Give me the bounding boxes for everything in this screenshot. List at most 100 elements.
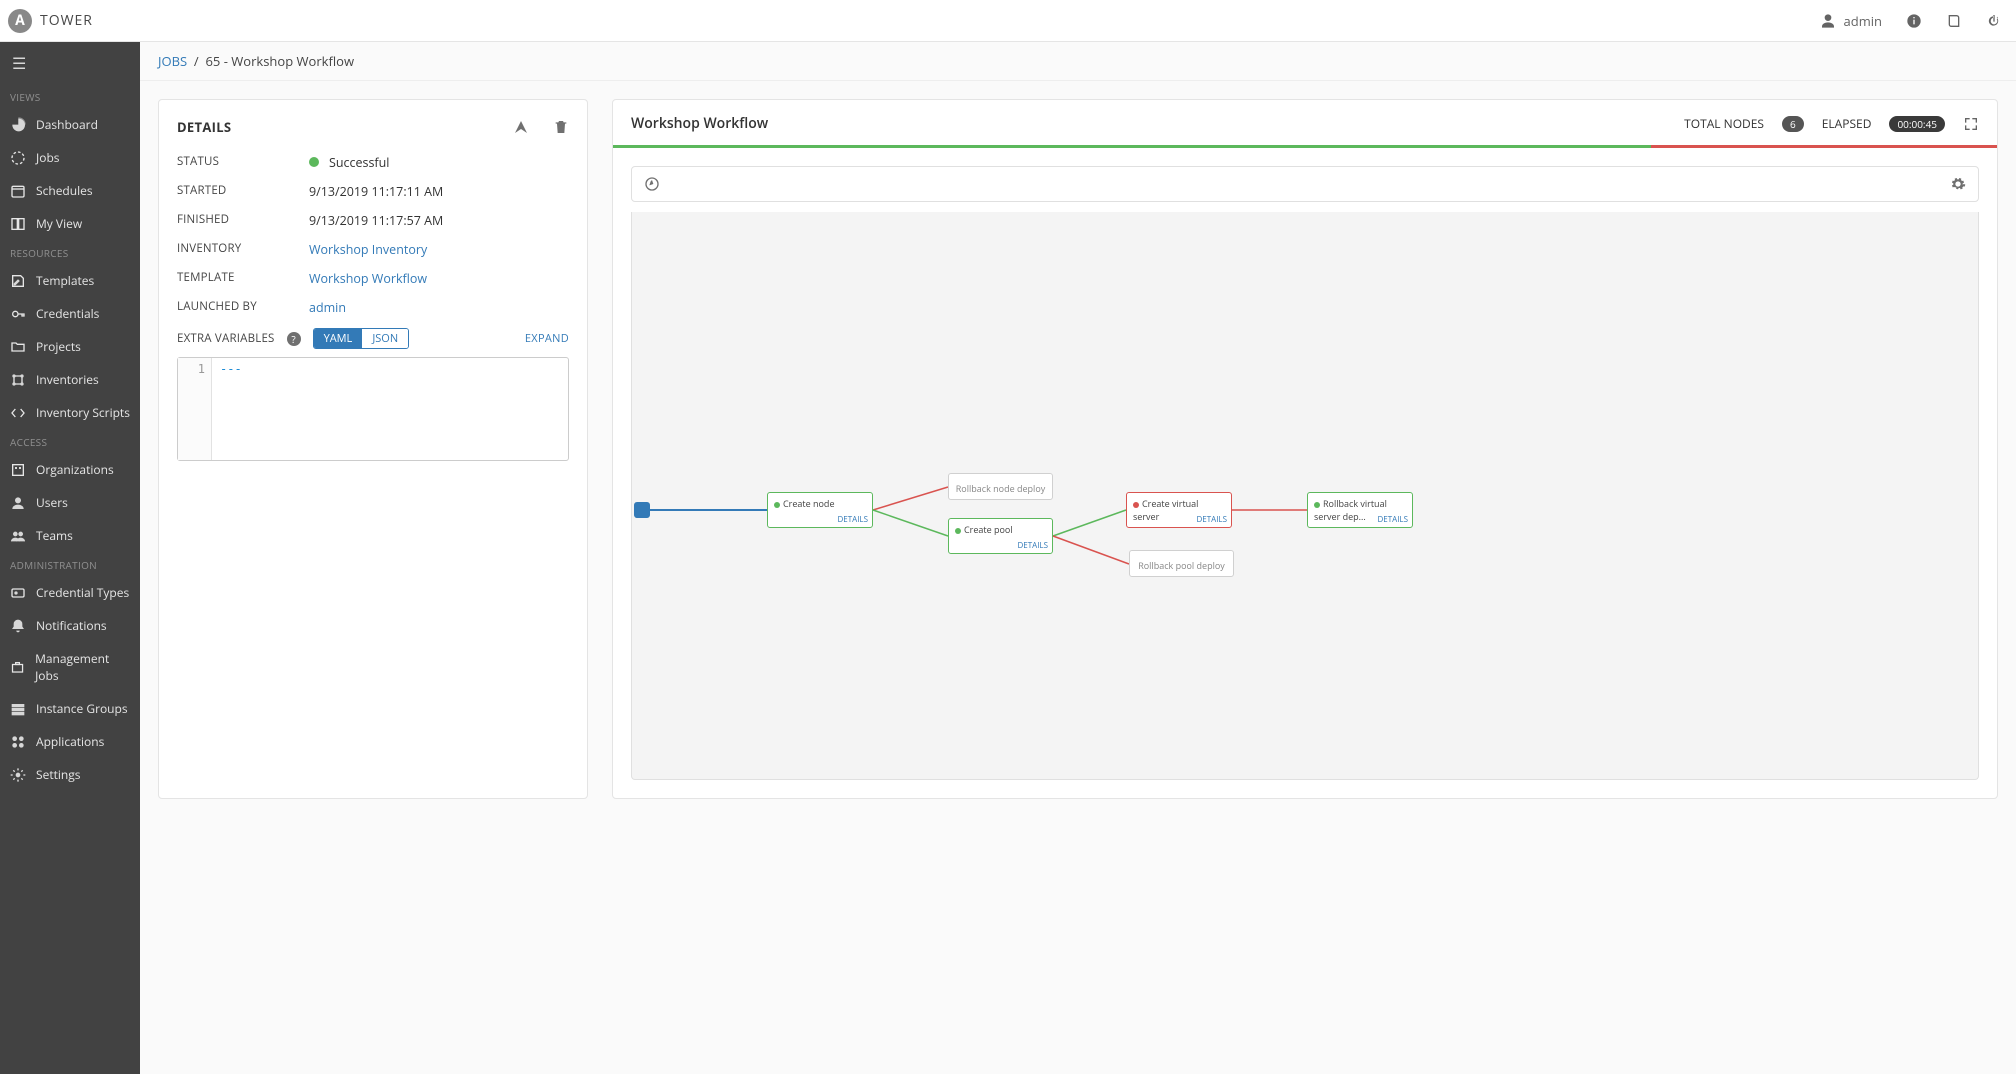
breadcrumb-root[interactable]: JOBS: [158, 52, 187, 70]
sidebar-item-label: Management Jobs: [35, 650, 130, 684]
sidebar-item-label: Inventories: [36, 371, 99, 388]
power-icon[interactable]: [1986, 13, 2002, 29]
workflow-node-create-pool[interactable]: Create pool DETAILS: [948, 518, 1053, 554]
elapsed-badge: 00:00:45: [1889, 116, 1945, 132]
workflow-canvas[interactable]: Create nodeDETAILSRollback node deployCr…: [631, 212, 1979, 780]
workflow-node-rollback-node[interactable]: Rollback node deploy: [948, 473, 1053, 500]
sidebar-item-teams[interactable]: Teams: [0, 519, 140, 552]
status-label: STATUS: [177, 154, 309, 171]
gear-icon[interactable]: [1950, 176, 1966, 192]
compass-icon[interactable]: [644, 176, 660, 192]
launchedby-link[interactable]: admin: [309, 299, 346, 316]
sidebar-item-label: My View: [36, 215, 82, 232]
breadcrumb-sep: /: [194, 52, 199, 70]
sidebar-item-dashboard[interactable]: Dashboard: [0, 108, 140, 141]
node-details-link[interactable]: DETAILS: [1196, 514, 1227, 525]
inventory-scripts-icon: [10, 405, 26, 421]
json-toggle[interactable]: JSON: [362, 329, 408, 348]
extra-vars-editor[interactable]: 1 ---: [177, 357, 569, 461]
workflow-node-rollback-pool[interactable]: Rollback pool deploy: [1129, 550, 1234, 577]
sidebar-item-instance-groups[interactable]: Instance Groups: [0, 692, 140, 725]
credentials-icon: [10, 306, 26, 322]
teams-icon: [10, 528, 26, 544]
inventory-link[interactable]: Workshop Inventory: [309, 241, 427, 258]
sidebar-item-applications[interactable]: Applications: [0, 725, 140, 758]
workflow-toolbar: [631, 166, 1979, 202]
vars-format-toggle[interactable]: YAML JSON: [313, 328, 410, 349]
sidebar-item-label: Users: [36, 494, 68, 511]
status-dot-icon: [309, 157, 319, 167]
breadcrumb: JOBS / 65 - Workshop Workflow: [140, 42, 2016, 81]
content: JOBS / 65 - Workshop Workflow DETAILS ST…: [140, 42, 2016, 1074]
user-menu[interactable]: admin: [1820, 12, 1882, 30]
sidebar-item-inventory-scripts[interactable]: Inventory Scripts: [0, 396, 140, 429]
node-details-link[interactable]: DETAILS: [1017, 540, 1048, 551]
finished-label: FINISHED: [177, 212, 309, 229]
sidebar-item-templates[interactable]: Templates: [0, 264, 140, 297]
brand-name: TOWER: [40, 11, 93, 30]
settings-icon: [10, 767, 26, 783]
extravars-label: EXTRA VARIABLES: [177, 331, 275, 346]
sidebar-item-jobs[interactable]: Jobs: [0, 141, 140, 174]
node-details-link[interactable]: DETAILS: [1377, 514, 1408, 525]
node-label: Create pool: [964, 523, 1013, 536]
sidebar-item-users[interactable]: Users: [0, 486, 140, 519]
delete-icon[interactable]: [553, 119, 569, 135]
sidebar-item-myview[interactable]: My View: [0, 207, 140, 240]
notifications-icon: [10, 618, 26, 634]
credential-types-icon: [10, 585, 26, 601]
started-label: STARTED: [177, 183, 309, 200]
started-value: 9/13/2019 11:17:11 AM: [309, 183, 569, 200]
schedules-icon: [10, 183, 26, 199]
sidebar-item-label: Credentials: [36, 305, 99, 322]
users-icon: [10, 495, 26, 511]
sidebar-item-inventories[interactable]: Inventories: [0, 363, 140, 396]
breadcrumb-current: 65 - Workshop Workflow: [205, 52, 354, 70]
user-icon: [1820, 13, 1836, 29]
sidebar-item-settings[interactable]: Settings: [0, 758, 140, 791]
workflow-node-create-vs[interactable]: Create virtual serverDETAILS: [1126, 492, 1232, 528]
node-label: Create virtual server: [1133, 497, 1198, 523]
sidebar-item-credential-types[interactable]: Credential Types: [0, 576, 140, 609]
help-icon[interactable]: ?: [287, 332, 301, 346]
sidebar-item-label: Applications: [36, 733, 104, 750]
sidebar-item-label: Settings: [36, 766, 81, 783]
total-nodes-label: TOTAL NODES: [1684, 115, 1764, 132]
workflow-node-create-node[interactable]: Create nodeDETAILS: [767, 492, 873, 528]
templates-icon: [10, 273, 26, 289]
jobs-icon: [10, 150, 26, 166]
sidebar-item-notifications[interactable]: Notifications: [0, 609, 140, 642]
sidebar-item-credentials[interactable]: Credentials: [0, 297, 140, 330]
workflow-start-node[interactable]: [634, 502, 650, 518]
workflow-node-rollback-vs[interactable]: Rollback virtual server dep...DETAILS: [1307, 492, 1413, 528]
sidebar-item-organizations[interactable]: Organizations: [0, 453, 140, 486]
topbar: A TOWER admin: [0, 0, 2016, 42]
node-label: Rollback pool deploy: [1138, 559, 1225, 572]
sidebar-item-label: Organizations: [36, 461, 114, 478]
sidebar-item-schedules[interactable]: Schedules: [0, 174, 140, 207]
node-details-link[interactable]: DETAILS: [837, 514, 868, 525]
code-content: ---: [212, 358, 568, 460]
progress-fail-segment: [1651, 145, 1997, 148]
template-link[interactable]: Workshop Workflow: [309, 270, 427, 287]
info-icon[interactable]: [1906, 13, 1922, 29]
fullscreen-icon[interactable]: [1963, 116, 1979, 132]
management-jobs-icon: [10, 659, 25, 675]
status-value: Successful: [309, 154, 569, 171]
node-label: Create node: [783, 497, 835, 510]
sidebar-toggle[interactable]: ☰: [0, 42, 140, 84]
expand-link[interactable]: EXPAND: [525, 331, 569, 346]
details-panel: DETAILS STATUSSuccessful STARTED9/13/201…: [158, 99, 588, 799]
sidebar-item-label: Schedules: [36, 182, 93, 199]
yaml-toggle[interactable]: YAML: [314, 329, 363, 348]
node-label: Rollback node deploy: [956, 482, 1046, 495]
details-title: DETAILS: [177, 118, 231, 136]
brand[interactable]: A TOWER: [8, 9, 93, 33]
node-status-dot-icon: [1314, 502, 1320, 508]
docs-icon[interactable]: [1946, 13, 1962, 29]
relaunch-icon[interactable]: [513, 119, 529, 135]
launchedby-label: LAUNCHED BY: [177, 299, 309, 316]
sidebar-item-management-jobs[interactable]: Management Jobs: [0, 642, 140, 692]
sidebar-item-projects[interactable]: Projects: [0, 330, 140, 363]
sidebar-item-label: Notifications: [36, 617, 107, 634]
